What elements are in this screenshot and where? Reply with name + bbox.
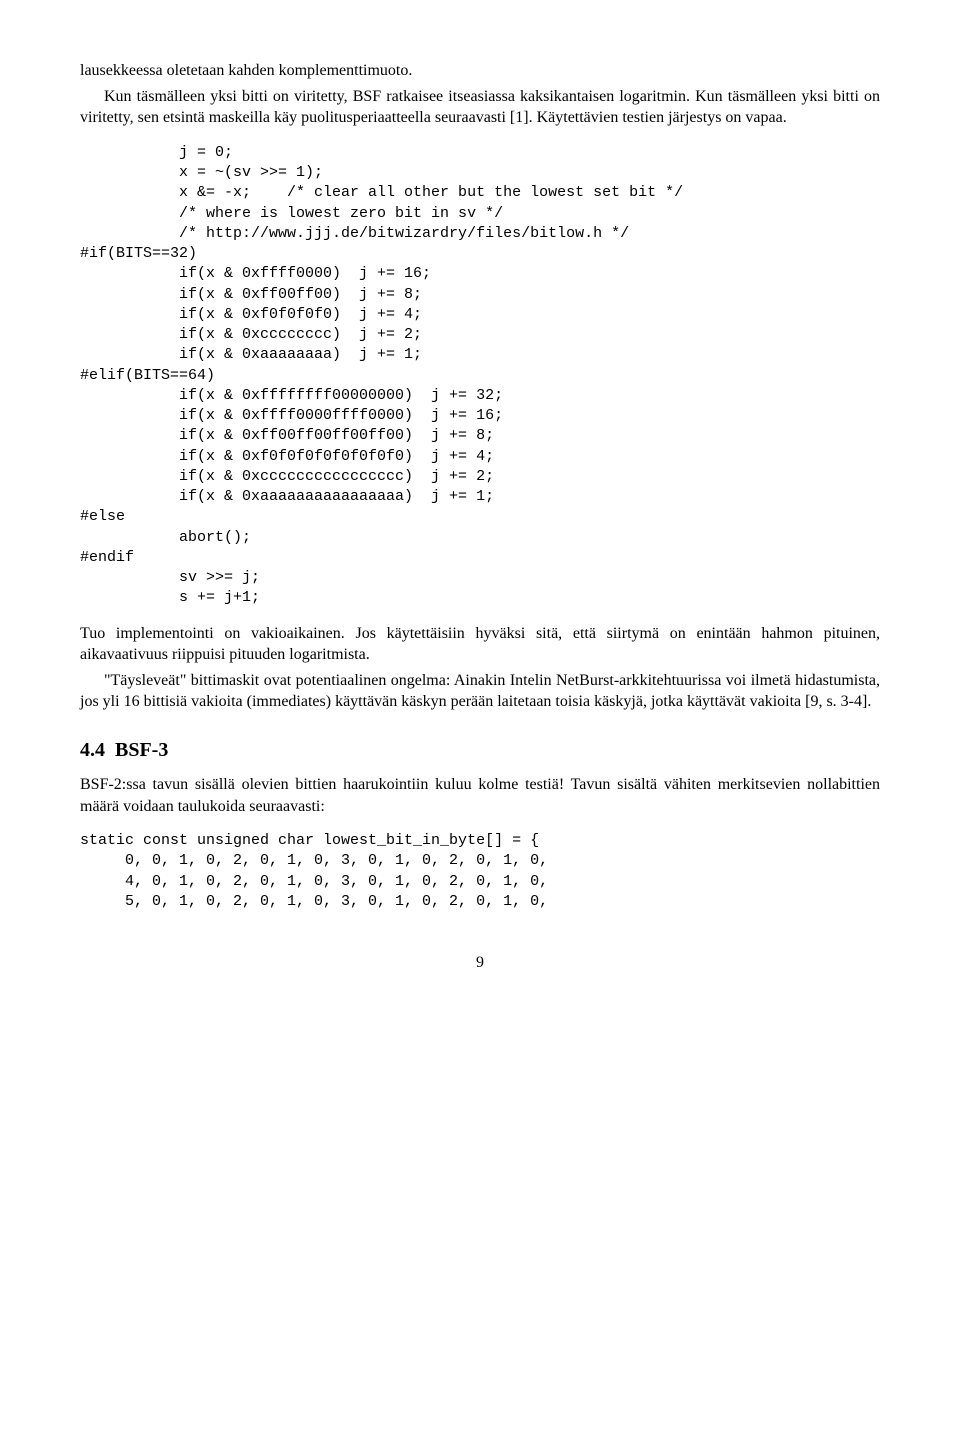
page-number: 9 xyxy=(80,952,880,974)
section-title: BSF-3 xyxy=(115,739,168,761)
paragraph-2: Kun täsmälleen yksi bitti on viritetty, … xyxy=(80,86,880,129)
section-heading: 4.4 BSF-3 xyxy=(80,737,880,764)
code-block-2: static const unsigned char lowest_bit_in… xyxy=(80,831,880,912)
code-block-1: j = 0; x = ~(sv >>= 1); x &= -x; /* clea… xyxy=(80,143,880,609)
paragraph-5: BSF-2:ssa tavun sisällä olevien bittien … xyxy=(80,774,880,817)
paragraph-3: Tuo implementointi on vakioaikainen. Jos… xyxy=(80,623,880,666)
paragraph-1: lausekkeessa oletetaan kahden komplement… xyxy=(80,60,880,82)
section-number: 4.4 xyxy=(80,739,105,761)
paragraph-4: "Täysleveät" bittimaskit ovat potentiaal… xyxy=(80,670,880,713)
